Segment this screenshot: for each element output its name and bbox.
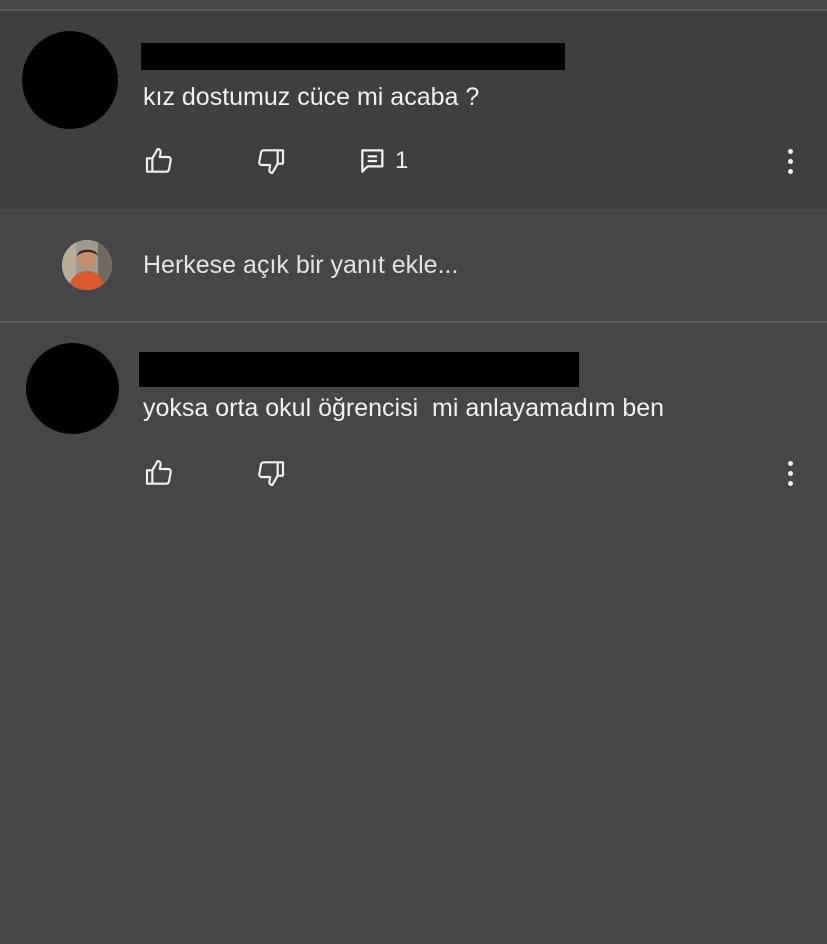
like-icon (145, 459, 172, 485)
dislike-button[interactable] (255, 145, 287, 177)
reply-count: 1 (395, 147, 409, 174)
more-dot (788, 471, 793, 476)
more-options-button[interactable] (786, 146, 796, 176)
comment-author-avatar[interactable] (22, 31, 118, 129)
like-button[interactable] (143, 145, 175, 177)
current-user-avatar (62, 240, 112, 290)
more-options-button[interactable] (786, 458, 796, 488)
dislike-icon (258, 461, 285, 487)
top-strip (0, 0, 827, 9)
comment-text: kız dostumuz cüce mi acaba ? (143, 83, 480, 111)
like-icon (145, 147, 172, 173)
reply-icon (361, 149, 384, 173)
dislike-icon (258, 149, 285, 175)
more-dot (788, 481, 793, 486)
dislike-button[interactable] (255, 457, 287, 489)
comment-thread-1: kız dostumuz cüce mi acaba ? 1 (0, 11, 827, 209)
reply-button[interactable] (357, 145, 389, 177)
more-dot (788, 169, 793, 174)
more-vert-icon (788, 461, 793, 466)
like-button[interactable] (143, 457, 175, 489)
comment-text: yoksa orta okul öğrencisi mi anlayamadım… (143, 394, 665, 422)
comment-thread-2: yoksa orta okul öğrencisi mi anlayamadım… (0, 323, 827, 944)
author-name-redacted (139, 352, 579, 387)
more-vert-icon (788, 149, 793, 154)
comment-author-avatar[interactable] (26, 343, 119, 434)
user-photo (62, 240, 112, 290)
more-dot (788, 159, 793, 164)
reply-input-placeholder[interactable]: Herkese açık bir yanıt ekle... (143, 250, 458, 280)
author-name-redacted (141, 43, 565, 70)
